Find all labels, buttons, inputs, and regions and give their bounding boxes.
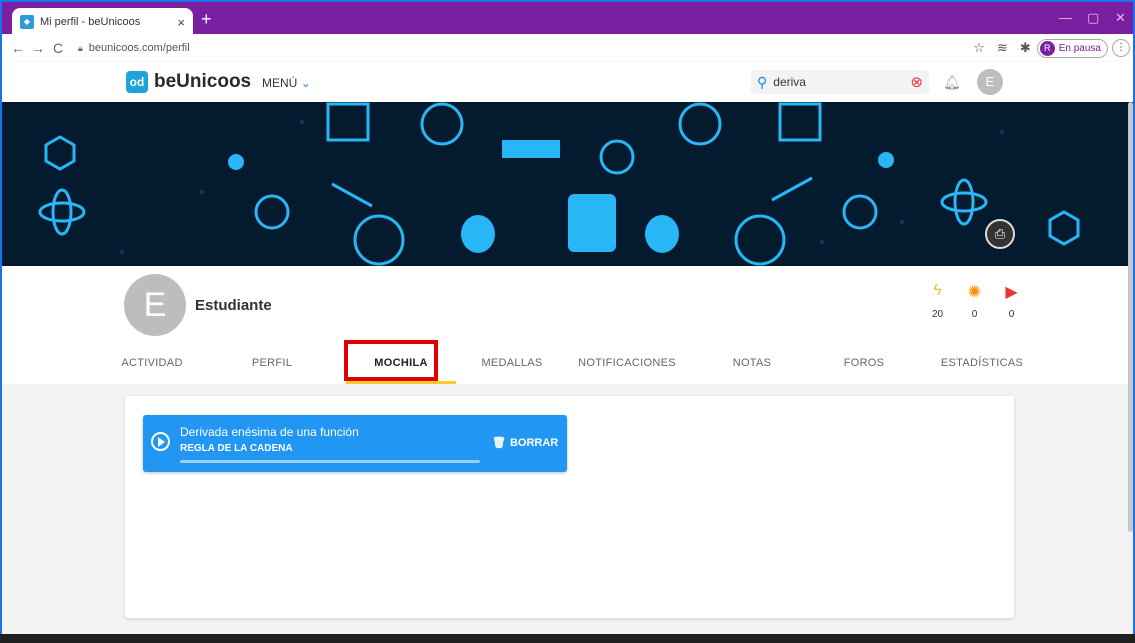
- url-text: beunicoos.com/perfil: [88, 42, 190, 54]
- search-box: ⚲ ⊗: [751, 70, 929, 94]
- profile-stats: ϟ 20 ✺ 0 ▶ 0: [919, 282, 1030, 320]
- mochila-content: Derivada enésima de una función REGLA DE…: [2, 384, 1133, 634]
- change-cover-photo-button[interactable]: ⎙: [985, 219, 1015, 249]
- reload-icon[interactable]: C: [48, 40, 68, 56]
- delete-button[interactable]: 🗑︎ BORRAR: [492, 436, 558, 449]
- logo-mark-icon: od: [126, 71, 148, 93]
- more-options-icon[interactable]: ⋮: [1112, 39, 1130, 57]
- puzzle-icon[interactable]: ✱: [1020, 40, 1031, 56]
- browser-tab-title: Mi perfil - beUnicoos: [40, 16, 141, 28]
- banner-pattern: [38, 102, 1080, 266]
- stat-flags-value: 0: [1008, 309, 1015, 320]
- menu-label: MENÚ: [262, 76, 298, 90]
- stat-ideas-value: 0: [971, 309, 978, 320]
- mochila-item[interactable]: Derivada enésima de una función REGLA DE…: [143, 415, 567, 472]
- forward-arrow-icon[interactable]: →: [28, 40, 48, 56]
- tab-medallas[interactable]: MEDALLAS: [472, 344, 552, 384]
- main-menu-button[interactable]: MENÚ ⌄: [262, 76, 311, 90]
- bell-icon[interactable]: 🔔︎: [943, 74, 961, 91]
- page-scrollbar[interactable]: [1128, 102, 1133, 532]
- play-icon[interactable]: [151, 432, 170, 451]
- item-title: Derivada enésima de una función: [180, 425, 359, 439]
- close-window-icon[interactable]: ✕: [1115, 10, 1126, 26]
- restore-icon[interactable]: ▢: [1087, 10, 1099, 26]
- tab-estadisticas[interactable]: ESTADÍSTICAS: [932, 344, 1032, 384]
- stat-energy: ϟ 20: [919, 282, 956, 320]
- user-avatar[interactable]: E: [977, 69, 1003, 95]
- profile-status: En pausa: [1058, 42, 1101, 54]
- profile-avatar: R: [1039, 40, 1055, 56]
- highlight-annotation: [344, 340, 438, 381]
- new-tab-button[interactable]: +: [201, 10, 212, 28]
- lightbulb-icon: ✺: [967, 284, 982, 301]
- profile-pause-button[interactable]: R En pausa: [1036, 38, 1108, 58]
- profile-name: Estudiante: [195, 297, 272, 314]
- search-icon[interactable]: ⚲: [757, 74, 767, 91]
- tab-foros[interactable]: FOROS: [824, 344, 904, 384]
- site-logo[interactable]: od beUnicoos: [126, 71, 251, 93]
- url-field[interactable]: 🔒︎ beunicoos.com/perfil: [78, 42, 967, 54]
- search-input[interactable]: [773, 75, 884, 89]
- logo-text: beUnicoos: [154, 71, 252, 92]
- site-header: od beUnicoos MENÚ ⌄ ⚲ ⊗ 🔔︎ E: [0, 62, 1135, 102]
- close-tab-icon[interactable]: ×: [177, 15, 185, 30]
- stat-ideas: ✺ 0: [956, 282, 993, 320]
- beunicoos-favicon-icon: ◆: [20, 15, 34, 29]
- tab-notas[interactable]: NOTAS: [712, 344, 792, 384]
- flag-icon: ▶: [1005, 284, 1018, 301]
- profile-avatar-large[interactable]: E: [124, 274, 186, 336]
- lightning-icon: ϟ: [933, 282, 942, 299]
- stat-flags: ▶ 0: [993, 282, 1030, 320]
- mochila-card: Derivada enésima de una función REGLA DE…: [125, 396, 1014, 618]
- tab-actividad[interactable]: ACTIVIDAD: [112, 344, 192, 384]
- extension-icon[interactable]: ≋: [997, 40, 1008, 56]
- clear-search-icon[interactable]: ⊗: [910, 73, 923, 91]
- lock-icon: 🔒︎: [78, 42, 83, 53]
- browser-tab[interactable]: ◆ Mi perfil - beUnicoos ×: [12, 8, 193, 36]
- item-subtitle: REGLA DE LA CADENA: [180, 443, 293, 454]
- minimize-icon[interactable]: —: [1059, 10, 1072, 25]
- delete-label: BORRAR: [509, 437, 559, 449]
- window-frame-left: [0, 34, 2, 634]
- item-progress-bar: [180, 460, 480, 463]
- profile-summary: E Estudiante ϟ 20 ✺ 0 ▶ 0: [2, 266, 1133, 344]
- profile-banner: [2, 102, 1133, 266]
- trash-icon: 🗑︎: [492, 437, 506, 449]
- profile-tabs: ACTIVIDAD PERFIL MOCHILA MEDALLAS NOTIFI…: [2, 344, 1133, 384]
- chevron-down-icon: ⌄: [300, 76, 311, 90]
- tab-notificaciones[interactable]: NOTIFICACIONES: [572, 344, 682, 384]
- back-arrow-icon[interactable]: ←: [8, 40, 28, 56]
- browser-tab-bar: ◆ Mi perfil - beUnicoos × + — ▢ ✕: [0, 0, 1135, 36]
- address-bar: ← → C 🔒︎ beunicoos.com/perfil ☆ ≋ ✱ R En…: [0, 34, 1135, 62]
- stat-energy-value: 20: [931, 309, 944, 320]
- star-icon[interactable]: ☆: [973, 40, 985, 56]
- tab-perfil[interactable]: PERFIL: [232, 344, 312, 384]
- taskbar-strip: [0, 634, 1135, 643]
